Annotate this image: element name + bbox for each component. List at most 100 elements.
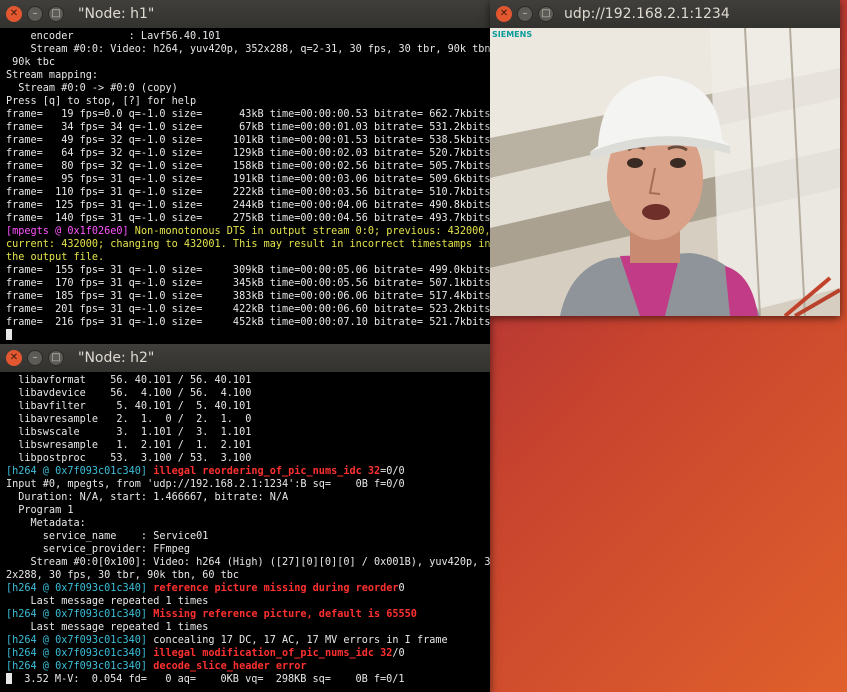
terminal-line: frame= 155 fps= 31 q=-1.0 size= 309kB ti… bbox=[6, 264, 490, 277]
terminal-line-text: libavdevice 56. 4.100 / 56. 4.100 bbox=[6, 388, 252, 399]
terminal-line-text: Stream #0:0: Video: h264, yuv420p, 352x2… bbox=[6, 44, 490, 55]
terminal-line-text: libavfilter 5. 40.101 / 5. 40.101 bbox=[6, 401, 252, 412]
terminal-line-text: frame= 80 fps= 32 q=-1.0 size= 158kB tim… bbox=[6, 161, 490, 172]
minimize-icon[interactable]: – bbox=[27, 6, 43, 22]
terminal-line-text: frame= 110 fps= 31 q=-1.0 size= 222kB ti… bbox=[6, 187, 490, 198]
terminal-line: [h264 @ 0x7f093c01c340] illegal reorderi… bbox=[6, 465, 490, 478]
terminal-line-message: Missing reference picture, default is 65… bbox=[153, 609, 417, 620]
terminal-line-text: frame= 95 fps= 31 q=-1.0 size= 191kB tim… bbox=[6, 174, 490, 185]
terminal-line: Press [q] to stop, [?] for help bbox=[6, 95, 490, 108]
terminal-line-text: Stream mapping: bbox=[6, 70, 99, 81]
terminal-line: Program 1 bbox=[6, 504, 490, 517]
minimize-icon[interactable]: – bbox=[517, 6, 533, 22]
terminal-line: frame= 140 fps= 31 q=-1.0 size= 275kB ti… bbox=[6, 212, 490, 225]
close-icon[interactable]: ✕ bbox=[6, 6, 22, 22]
titlebar-video[interactable]: ✕ – □ udp://192.168.2.1:1234 bbox=[490, 0, 840, 28]
terminal-line: frame= 170 fps= 31 q=-1.0 size= 345kB ti… bbox=[6, 277, 490, 290]
terminal-line-text: Last message repeated 1 times bbox=[6, 622, 209, 633]
video-image: SIEMENS bbox=[490, 28, 840, 316]
terminal-line-text: Stream #0:0 -> #0:0 (copy) bbox=[6, 83, 178, 94]
terminal-line-text: libswresample 1. 2.101 / 1. 2.101 bbox=[6, 440, 252, 451]
video-frame[interactable]: SIEMENS bbox=[490, 28, 840, 316]
terminal-line-text: libavresample 2. 1. 0 / 2. 1. 0 bbox=[6, 414, 252, 425]
terminal-line: libswscale 3. 1.101 / 3. 1.101 bbox=[6, 426, 490, 439]
terminal-line-text: 90k tbc bbox=[6, 57, 56, 68]
terminal-line: libavresample 2. 1. 0 / 2. 1. 0 bbox=[6, 413, 490, 426]
terminal-line-text: [h264 @ 0x7f093c01c340] bbox=[6, 635, 154, 646]
terminal-output-h2[interactable]: libavformat 56. 40.101 / 56. 40.101 liba… bbox=[0, 372, 490, 692]
terminal-line-text: [h264 @ 0x7f093c01c340] bbox=[6, 466, 154, 477]
terminal-line: Stream #0:0: Video: h264, yuv420p, 352x2… bbox=[6, 43, 490, 56]
terminal-line-text: frame= 34 fps= 34 q=-1.0 size= 67kB time… bbox=[6, 122, 490, 133]
terminal-line: 3.52 M-V: 0.054 fd= 0 aq= 0KB vq= 298KB … bbox=[6, 673, 490, 686]
terminal-line: Last message repeated 1 times bbox=[6, 595, 490, 608]
close-icon[interactable]: ✕ bbox=[496, 6, 512, 22]
terminal-line: frame= 49 fps= 32 q=-1.0 size= 101kB tim… bbox=[6, 134, 490, 147]
terminal-line-text: frame= 185 fps= 31 q=-1.0 size= 383kB ti… bbox=[6, 291, 490, 302]
terminal-line: libavdevice 56. 4.100 / 56. 4.100 bbox=[6, 387, 490, 400]
close-icon[interactable]: ✕ bbox=[6, 350, 22, 366]
video-player-window[interactable]: ✕ – □ udp://192.168.2.1:1234 SIEMENS bbox=[490, 0, 840, 316]
window-title: "Node: h1" bbox=[78, 6, 155, 22]
terminal-line-text: frame= 155 fps= 31 q=-1.0 size= 309kB ti… bbox=[6, 265, 490, 276]
terminal-line: [h264 @ 0x7f093c01c340] Missing referenc… bbox=[6, 608, 490, 621]
terminal-line: 2x288, 30 fps, 30 tbr, 90k tbn, 60 tbc bbox=[6, 569, 490, 582]
terminal-line: frame= 19 fps=0.0 q=-1.0 size= 43kB time… bbox=[6, 108, 490, 121]
terminal-line-tail: =0/0 bbox=[380, 466, 405, 477]
terminal-line-text: Stream #0:0[0x100]: Video: h264 (High) (… bbox=[6, 557, 490, 568]
terminal-line-message: illegal reordering_of_pic_nums_idc 32 bbox=[153, 466, 381, 477]
terminal-line-text: encoder : Lavf56.40.101 bbox=[6, 31, 221, 42]
titlebar-h2[interactable]: ✕ – □ "Node: h2" bbox=[0, 344, 490, 372]
titlebar-h1[interactable]: ✕ – □ "Node: h1" bbox=[0, 0, 490, 28]
terminal-line-text: frame= 125 fps= 31 q=-1.0 size= 244kB ti… bbox=[6, 200, 490, 211]
terminal-line: Stream #0:0[0x100]: Video: h264 (High) (… bbox=[6, 556, 490, 569]
terminal-line: libswresample 1. 2.101 / 1. 2.101 bbox=[6, 439, 490, 452]
terminal-line-message: illegal modification_of_pic_nums_idc 32 bbox=[153, 648, 393, 659]
terminal-line: encoder : Lavf56.40.101 bbox=[6, 30, 490, 43]
terminal-line-text: [h264 @ 0x7f093c01c340] bbox=[6, 648, 154, 659]
terminal-line-text: Program 1 bbox=[6, 505, 74, 516]
terminal-line: Metadata: bbox=[6, 517, 490, 530]
terminal-line: frame= 80 fps= 32 q=-1.0 size= 158kB tim… bbox=[6, 160, 490, 173]
terminal-line-message: concealing 17 DC, 17 AC, 17 MV errors in… bbox=[153, 635, 448, 646]
minimize-icon[interactable]: – bbox=[27, 350, 43, 366]
terminal-line: frame= 201 fps= 31 q=-1.0 size= 422kB ti… bbox=[6, 303, 490, 316]
terminal-line: Duration: N/A, start: 1.466667, bitrate:… bbox=[6, 491, 490, 504]
terminal-line: service_name : Service01 bbox=[6, 530, 490, 543]
maximize-icon[interactable]: □ bbox=[48, 350, 64, 366]
terminal-line-text: current: 432000; changing to 432001. Thi… bbox=[6, 239, 490, 250]
terminal-window-h1[interactable]: ✕ – □ "Node: h1" encoder : Lavf56.40.101… bbox=[0, 0, 490, 344]
terminal-line: [h264 @ 0x7f093c01c340] decode_slice_hea… bbox=[6, 660, 490, 673]
terminal-line: frame= 34 fps= 34 q=-1.0 size= 67kB time… bbox=[6, 121, 490, 134]
terminal-output-h1[interactable]: encoder : Lavf56.40.101 Stream #0:0: Vid… bbox=[0, 28, 490, 344]
terminal-line: Stream #0:0 -> #0:0 (copy) bbox=[6, 82, 490, 95]
terminal-line-text: service_provider: FFmpeg bbox=[6, 544, 191, 555]
window-title: "Node: h2" bbox=[78, 350, 155, 366]
maximize-icon[interactable]: □ bbox=[48, 6, 64, 22]
terminal-line: libavfilter 5. 40.101 / 5. 40.101 bbox=[6, 400, 490, 413]
terminal-line-text: libavformat 56. 40.101 / 56. 40.101 bbox=[6, 375, 252, 386]
terminal-line: libpostproc 53. 3.100 / 53. 3.100 bbox=[6, 452, 490, 465]
terminal-line: [mpegts @ 0x1f026e0] Non-monotonous DTS … bbox=[6, 225, 490, 238]
terminal-line: Stream mapping: bbox=[6, 69, 490, 82]
terminal-line-text: frame= 170 fps= 31 q=-1.0 size= 345kB ti… bbox=[6, 278, 490, 289]
terminal-line-text: frame= 216 fps= 31 q=-1.0 size= 452kB ti… bbox=[6, 317, 490, 328]
terminal-line: service_provider: FFmpeg bbox=[6, 543, 490, 556]
terminal-line-text: Duration: N/A, start: 1.466667, bitrate:… bbox=[6, 492, 289, 503]
siemens-logo: SIEMENS bbox=[492, 30, 532, 39]
terminal-line-text: the output file. bbox=[6, 252, 105, 263]
terminal-line: Last message repeated 1 times bbox=[6, 621, 490, 634]
maximize-icon[interactable]: □ bbox=[538, 6, 554, 22]
terminal-line-tail: /0 bbox=[392, 648, 405, 659]
terminal-line-text: frame= 140 fps= 31 q=-1.0 size= 275kB ti… bbox=[6, 213, 490, 224]
terminal-line-text: libpostproc 53. 3.100 / 53. 3.100 bbox=[6, 453, 252, 464]
terminal-window-h2[interactable]: ✕ – □ "Node: h2" libavformat 56. 40.101 … bbox=[0, 344, 490, 692]
terminal-line-message: decode_slice_header error bbox=[153, 661, 307, 672]
terminal-line: frame= 185 fps= 31 q=-1.0 size= 383kB ti… bbox=[6, 290, 490, 303]
terminal-line-text: libswscale 3. 1.101 / 3. 1.101 bbox=[6, 427, 252, 438]
terminal-line: current: 432000; changing to 432001. Thi… bbox=[6, 238, 490, 251]
terminal-line: the output file. bbox=[6, 251, 490, 264]
window-title: udp://192.168.2.1:1234 bbox=[564, 6, 730, 22]
terminal-line-text: frame= 19 fps=0.0 q=-1.0 size= 43kB time… bbox=[6, 109, 490, 120]
terminal-line-text: 3.52 M-V: 0.054 fd= 0 aq= 0KB vq= 298KB … bbox=[12, 674, 405, 685]
